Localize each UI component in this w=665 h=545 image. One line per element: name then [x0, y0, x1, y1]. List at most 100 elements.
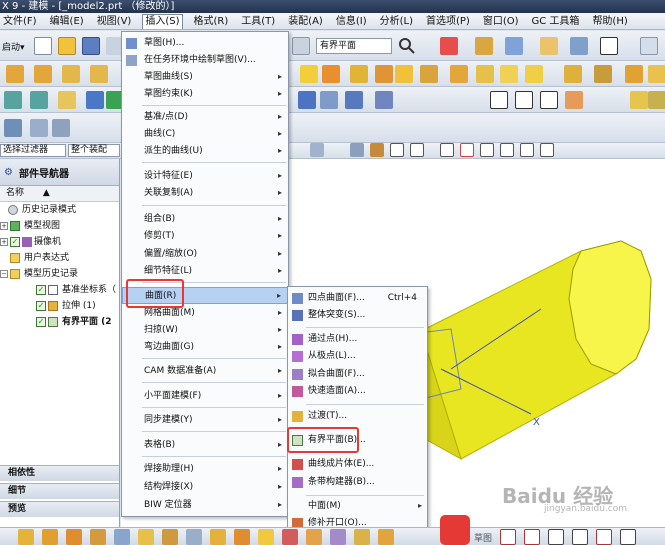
- menu-view[interactable]: 视图(V): [95, 14, 134, 29]
- expand-icon[interactable]: +: [0, 222, 8, 230]
- part-icon[interactable]: [630, 91, 648, 109]
- variant-icon[interactable]: [330, 529, 346, 545]
- menu-file[interactable]: 文件(F): [1, 14, 39, 29]
- menu-preferences[interactable]: 首选项(P): [424, 14, 472, 29]
- sync-replace-icon[interactable]: [86, 91, 104, 109]
- menu-item-detail-feature[interactable]: 细节特征(L) ▸: [122, 263, 288, 279]
- expand-icon[interactable]: +: [0, 238, 8, 246]
- tree-item-extrude[interactable]: ✓ 拉伸 (1): [0, 298, 119, 314]
- perp-icon[interactable]: [500, 143, 514, 157]
- menu-window[interactable]: 窗口(O): [481, 14, 521, 29]
- menu-tools[interactable]: 工具(T): [239, 14, 277, 29]
- tree-item-datum-csys[interactable]: ✓ 基准坐标系（: [0, 282, 119, 298]
- new-file-icon[interactable]: [34, 37, 52, 55]
- menu-item-midsurface[interactable]: 中面(M) ▸: [288, 498, 427, 514]
- section-details[interactable]: 细节: [0, 483, 119, 499]
- menu-item-trim[interactable]: 修剪(T) ▸: [122, 228, 288, 244]
- menu-item-datum-point[interactable]: 基准/点(D) ▸: [122, 109, 288, 125]
- end-point-icon[interactable]: [370, 143, 384, 157]
- cross-point-icon[interactable]: [480, 143, 494, 157]
- draft-icon[interactable]: [500, 65, 518, 83]
- start-button[interactable]: 启动▾: [2, 40, 25, 53]
- assembly-scope-select[interactable]: 整个装配: [68, 144, 120, 157]
- sketch-circle-icon[interactable]: [524, 529, 540, 545]
- tree-item-bounded-plane[interactable]: ✓ 有界平面 (2: [0, 314, 119, 330]
- menu-item-sweep[interactable]: 扫掠(W) ▸: [122, 322, 288, 338]
- tree-item-user-expressions[interactable]: 用户表达式: [0, 250, 119, 266]
- thicken-icon[interactable]: [450, 65, 468, 83]
- line-icon[interactable]: [410, 143, 424, 157]
- menu-item-synchronous[interactable]: 同步建模(Y) ▸: [122, 412, 288, 428]
- snap-view-icon[interactable]: [440, 37, 458, 55]
- menu-item-from-poles[interactable]: 从极点(L)...: [288, 348, 427, 364]
- menu-item-derived-curve[interactable]: 派生的曲线(U) ▸: [122, 143, 288, 159]
- tree-item-history-mode[interactable]: 历史记录模式: [0, 202, 119, 218]
- layer-icon[interactable]: [540, 37, 558, 55]
- menu-item-associative-copy[interactable]: 关联复制(A) ▸: [122, 185, 288, 201]
- sketch-arc-icon[interactable]: [500, 529, 516, 545]
- menu-format[interactable]: 格式(R): [192, 14, 231, 29]
- menu-insert[interactable]: 插入(S): [142, 13, 183, 29]
- menu-item-offset-scale[interactable]: 偏置/缩放(O) ▸: [122, 246, 288, 262]
- circle-icon[interactable]: [460, 143, 474, 157]
- trim-body-icon[interactable]: [322, 65, 340, 83]
- menu-item-global-shaping[interactable]: 整体突变(S)...: [288, 307, 427, 323]
- menu-item-table[interactable]: 表格(B) ▸: [122, 437, 288, 453]
- info-icon[interactable]: [375, 91, 393, 109]
- command-search-input[interactable]: 有界平面: [316, 38, 392, 54]
- sketch-line-icon[interactable]: [548, 529, 564, 545]
- reference-set-icon[interactable]: [306, 529, 322, 545]
- section-preview[interactable]: 预览: [0, 501, 119, 517]
- tree-item-model-views[interactable]: + 模型视图: [0, 218, 119, 234]
- sketch-spline-icon[interactable]: [596, 529, 612, 545]
- split-body-icon[interactable]: [350, 65, 368, 83]
- dropdown-icon[interactable]: [292, 37, 310, 55]
- save-icon[interactable]: [82, 37, 100, 55]
- select-icon[interactable]: [345, 91, 363, 109]
- sketch-offset-icon[interactable]: [620, 529, 636, 545]
- checkbox-icon[interactable]: ✓: [36, 301, 46, 311]
- unite-icon[interactable]: [648, 65, 665, 83]
- open-folder-icon[interactable]: [58, 37, 76, 55]
- triangle-icon[interactable]: [490, 91, 508, 109]
- arc-center-icon[interactable]: [440, 143, 454, 157]
- menu-item-curve[interactable]: 曲线(C) ▸: [122, 126, 288, 142]
- background-icon[interactable]: [600, 37, 618, 55]
- sync-pull-icon[interactable]: [30, 91, 48, 109]
- workspace-icon[interactable]: [640, 37, 658, 55]
- blend-icon[interactable]: [564, 65, 582, 83]
- explode-icon[interactable]: [162, 529, 178, 545]
- sew-icon[interactable]: [375, 65, 393, 83]
- curve-icon[interactable]: [515, 91, 533, 109]
- menu-item-fit-surface[interactable]: 拟合曲面(F)...: [288, 366, 427, 382]
- sync-offset-icon[interactable]: [58, 91, 76, 109]
- pattern-icon[interactable]: [594, 65, 612, 83]
- checkbox-icon[interactable]: ✓: [36, 285, 46, 295]
- assembly-icon[interactable]: [648, 91, 665, 109]
- search-icon[interactable]: [398, 37, 416, 55]
- tangent-icon[interactable]: [540, 143, 554, 157]
- menu-assembly[interactable]: 装配(A): [286, 14, 325, 29]
- sync-move-icon[interactable]: [4, 91, 22, 109]
- bom-icon[interactable]: [378, 529, 394, 545]
- tree-item-model-history[interactable]: − 模型历史记录: [0, 266, 119, 282]
- gear-icon[interactable]: ⚙: [4, 167, 13, 178]
- menu-item-combine[interactable]: 组合(B) ▸: [122, 211, 288, 227]
- mate-icon[interactable]: [66, 529, 82, 545]
- measure-icon[interactable]: [298, 91, 316, 109]
- menu-item-sketch-constraint[interactable]: 草图约束(K) ▸: [122, 86, 288, 102]
- collapse-icon[interactable]: −: [0, 270, 8, 278]
- menu-item-through-points[interactable]: 通过点(H)...: [288, 331, 427, 347]
- hole-icon[interactable]: [62, 65, 80, 83]
- patch-icon[interactable]: [395, 65, 413, 83]
- menu-item-sketch[interactable]: 草图(H)...: [122, 35, 288, 51]
- menu-edit[interactable]: 编辑(E): [48, 14, 86, 29]
- wcs-icon[interactable]: [4, 119, 22, 137]
- shell-icon[interactable]: [476, 65, 494, 83]
- coordinate-icon[interactable]: [52, 119, 70, 137]
- menu-item-design-feature[interactable]: 设计特征(E) ▸: [122, 168, 288, 184]
- assembly-load-icon[interactable]: [18, 529, 34, 545]
- menu-help[interactable]: 帮助(H): [590, 14, 629, 29]
- add-component-icon[interactable]: [42, 529, 58, 545]
- render-style-icon[interactable]: [505, 37, 523, 55]
